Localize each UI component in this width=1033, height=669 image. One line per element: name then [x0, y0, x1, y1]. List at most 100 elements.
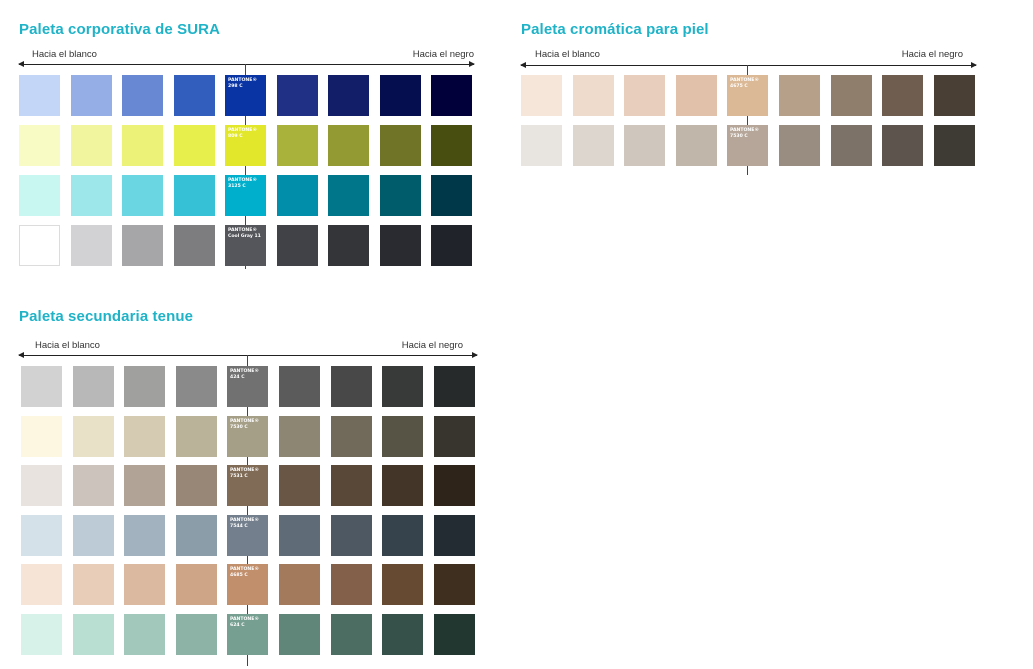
color-swatch	[331, 614, 372, 655]
color-swatch	[434, 564, 475, 605]
color-swatch	[124, 614, 165, 655]
palette-title: Paleta secundaria tenue	[19, 308, 194, 325]
pantone-label: PANTONE® 7530 C	[230, 419, 259, 430]
color-swatch	[21, 614, 62, 655]
color-swatch	[279, 614, 320, 655]
pantone-swatch: PANTONE® 4675 C	[727, 75, 768, 116]
color-swatch	[19, 75, 60, 116]
color-swatch	[328, 125, 369, 166]
color-swatch	[380, 125, 421, 166]
palette-title: Paleta cromática para piel	[521, 21, 709, 38]
color-swatch	[331, 564, 372, 605]
color-swatch	[521, 75, 562, 116]
color-swatch	[279, 416, 320, 457]
direction-axis-line	[521, 65, 976, 66]
pantone-label: PANTONE® 7530 C	[730, 128, 759, 139]
color-swatch	[331, 366, 372, 407]
palette-cromatica-piel: Paleta cromática para piel Hacia el blan…	[520, 21, 977, 176]
color-swatch	[19, 175, 60, 216]
arrow-right-icon	[472, 352, 478, 358]
color-swatch	[176, 465, 217, 506]
palette-title: Paleta corporativa de SURA	[19, 21, 220, 38]
color-swatch	[676, 75, 717, 116]
color-swatch	[122, 225, 163, 266]
color-swatch	[279, 366, 320, 407]
color-swatch	[434, 366, 475, 407]
color-swatch	[434, 416, 475, 457]
color-swatch	[434, 614, 475, 655]
color-swatch	[21, 366, 62, 407]
direction-label-right: Hacia el negro	[412, 49, 474, 60]
color-swatch	[277, 225, 318, 266]
color-swatch	[122, 75, 163, 116]
pantone-swatch: PANTONE® 7531 C	[227, 465, 268, 506]
color-swatch	[176, 515, 217, 556]
color-swatch	[21, 465, 62, 506]
color-swatch	[174, 125, 215, 166]
pantone-swatch: PANTONE® 3125 C	[225, 175, 266, 216]
direction-label-right: Hacia el negro	[401, 340, 463, 351]
color-swatch	[382, 465, 423, 506]
color-swatch	[779, 125, 820, 166]
pantone-swatch: PANTONE® 809 C	[225, 125, 266, 166]
color-swatch	[382, 614, 423, 655]
color-swatch	[71, 225, 112, 266]
arrow-right-icon	[469, 61, 475, 67]
color-swatch	[328, 175, 369, 216]
color-swatch	[124, 416, 165, 457]
color-swatch	[380, 175, 421, 216]
color-swatch	[73, 614, 114, 655]
color-swatch	[122, 175, 163, 216]
color-swatch	[624, 125, 665, 166]
color-swatch	[882, 125, 923, 166]
color-swatch	[124, 515, 165, 556]
color-swatch	[573, 125, 614, 166]
pantone-swatch: PANTONE® 7530 C	[727, 125, 768, 166]
color-swatch	[431, 75, 472, 116]
color-swatch	[328, 75, 369, 116]
color-swatch	[73, 465, 114, 506]
color-swatch	[277, 75, 318, 116]
pantone-swatch: PANTONE® Cool Gray 11	[225, 225, 266, 266]
color-swatch	[71, 75, 112, 116]
color-swatch	[331, 416, 372, 457]
color-swatch	[21, 416, 62, 457]
arrow-left-icon	[520, 62, 526, 68]
arrow-right-icon	[971, 62, 977, 68]
color-swatch	[73, 564, 114, 605]
color-swatch	[382, 564, 423, 605]
pantone-label: PANTONE® 4675 C	[730, 78, 759, 89]
color-swatch	[73, 366, 114, 407]
color-swatch	[431, 125, 472, 166]
pantone-label: PANTONE® 298 C	[228, 78, 257, 89]
color-swatch	[431, 225, 472, 266]
color-swatch	[521, 125, 562, 166]
color-swatch	[934, 75, 975, 116]
color-swatch	[831, 125, 872, 166]
pantone-swatch: PANTONE® 4685 C	[227, 564, 268, 605]
pantone-label: PANTONE® 7531 C	[230, 468, 259, 479]
color-swatch	[277, 125, 318, 166]
color-swatch	[174, 75, 215, 116]
pantone-swatch: PANTONE® 7530 C	[227, 416, 268, 457]
color-swatch	[71, 175, 112, 216]
color-swatch	[279, 564, 320, 605]
color-swatch	[882, 75, 923, 116]
color-swatch	[277, 175, 318, 216]
color-swatch	[328, 225, 369, 266]
direction-label-left: Hacia el blanco	[35, 340, 100, 351]
color-swatch	[382, 515, 423, 556]
color-swatch	[331, 515, 372, 556]
color-swatch	[71, 125, 112, 166]
direction-axis-line	[19, 64, 474, 65]
direction-label-left: Hacia el blanco	[32, 49, 97, 60]
color-swatch	[176, 416, 217, 457]
color-swatch	[124, 465, 165, 506]
pantone-label: PANTONE® 424 C	[230, 369, 259, 380]
palette-corporativa-sura: Paleta corporativa de SURA Hacia el blan…	[18, 21, 475, 269]
palette-secundaria-tenue: Paleta secundaria tenue Hacia el blanco H…	[18, 308, 478, 666]
color-swatch	[624, 75, 665, 116]
color-swatch	[176, 614, 217, 655]
color-swatch	[19, 225, 60, 266]
color-swatch	[73, 416, 114, 457]
